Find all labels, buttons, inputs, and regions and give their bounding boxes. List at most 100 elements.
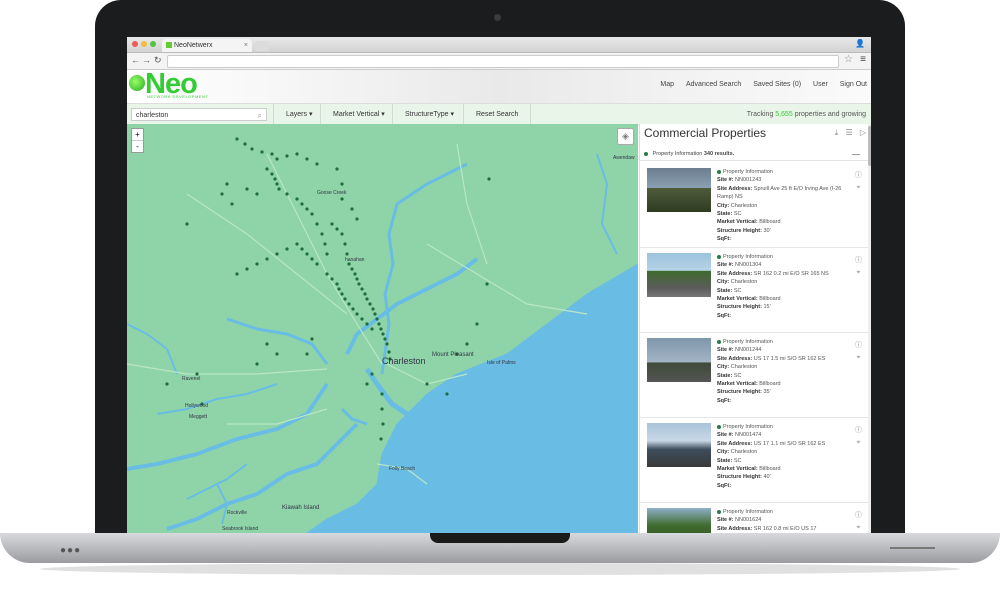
site-number: NN001244 [735,347,762,354]
city: Charleston [730,364,758,371]
property-card[interactable]: Property Information Site #: NN001243 Site… [640,162,868,248]
laptop-vent-dots: ●●● [60,545,82,556]
property-photo[interactable] [647,168,711,212]
property-photo[interactable] [647,253,711,297]
svg-text:Meggett: Meggett [189,414,208,420]
favicon-icon [166,42,172,49]
info-icon[interactable]: ⓘ [855,510,862,522]
site-address: SR 162 0.8 mi E/O US 17 [753,525,817,532]
property-photo[interactable] [647,423,711,467]
card-actions: ⓘ ⌖ [855,255,862,279]
bookmark-star-icon[interactable]: ☆ [844,54,853,65]
property-card[interactable]: Property Information Site #: NN001624 Site… [640,502,868,533]
location-pin-icon[interactable]: ⌖ [855,267,862,279]
status-dot [717,509,721,514]
profile-icon[interactable]: 👤 [855,39,865,48]
svg-text:Awendaw: Awendaw [613,155,635,161]
property-photo[interactable] [647,338,711,382]
structure-type-dropdown[interactable]: StructureType ▾ [392,104,466,125]
site-number: NN001624 [735,517,762,524]
search-value: charleston [136,112,169,119]
nav-user[interactable]: User [813,81,828,88]
market-vertical-dropdown[interactable]: Market Vertical ▾ [320,104,397,125]
property-photo[interactable] [647,508,711,533]
location-pin-icon[interactable]: ⌖ [855,182,862,194]
scroll-thumb[interactable] [868,126,871,166]
property-details: Property Information Site #: NN001244 Site… [717,339,826,404]
minimize-window-icon[interactable] [141,41,147,47]
browser-tab[interactable]: NeoNetwerx × [162,39,252,52]
layers-dropdown[interactable]: Layers ▾ [273,104,324,125]
back-icon[interactable]: ← [131,55,140,65]
browser-menu-icon[interactable]: ≡ [860,54,866,65]
camera [494,14,501,21]
svg-text:Mount Pleasant: Mount Pleasant [432,352,474,358]
location-search-input[interactable]: charleston ⌕ [131,108,267,121]
list-icon[interactable]: ☰ [845,128,852,137]
property-details: Property Information Site #: NN001624 Site… [717,509,817,532]
result-label: Property Information [652,151,703,157]
close-window-icon[interactable] [132,41,138,47]
info-icon[interactable]: ⓘ [855,170,862,182]
search-toolbar: charleston ⌕ Layers ▾ Market Vertical ▾ … [127,104,871,126]
status-dot [717,339,721,344]
state: SC [733,287,742,294]
forward-icon[interactable]: → [142,55,151,65]
svg-text:Hollywood: Hollywood [185,403,208,409]
property-card[interactable]: Property Information Site #: NN001244 Site… [640,332,868,418]
result-count: 340 results. [703,151,735,157]
location-pin-icon[interactable]: ⌖ [855,522,862,533]
new-tab-button[interactable] [255,41,269,51]
tracking-count: 5,655 [775,111,793,118]
logo-subtitle: NETWORK DEVELOPMENT [147,94,209,99]
site-address: US 17 1.5 mi S/O SR 162 ES [753,355,826,362]
state: SC [733,457,742,464]
reload-icon[interactable]: ↻ [154,55,162,66]
panel-actions: ⤓ ☰ ▷ [830,128,866,138]
status-dot [717,169,721,174]
map-canvas[interactable]: Awendaw Goose Creek hanahan Charleston M… [127,124,638,533]
state: SC [733,211,742,218]
logo-dot-icon [129,75,145,91]
structure-height: 40' [763,474,771,481]
site-address: SR 162 0.2 mi E/O SR 165 NS [753,270,829,277]
url-input[interactable] [167,55,839,68]
tab-close-icon[interactable]: × [244,39,248,52]
search-icon[interactable]: ⌕ [258,109,262,122]
svg-text:Rockville: Rockville [227,510,247,516]
info-icon[interactable]: ⓘ [855,425,862,437]
card-actions: ⓘ ⌖ [855,425,862,449]
info-icon[interactable]: ⓘ [855,255,862,267]
status-dot [644,151,648,156]
zoom-in-button[interactable]: + [132,129,143,141]
property-card[interactable]: Property Information Site #: NN001304 Site… [640,247,868,333]
card-actions: ⓘ ⌖ [855,340,862,364]
collapse-panel-icon[interactable]: ▷ [860,128,866,137]
download-icon[interactable]: ⤓ [835,128,839,137]
reset-search-button[interactable]: Reset Search [463,104,532,125]
city: Charleston [730,279,758,286]
svg-text:hanahan: hanahan [345,257,365,263]
svg-text:Charleston: Charleston [382,356,426,366]
zoom-out-button[interactable]: - [132,141,143,152]
scrollbar[interactable] [868,124,871,533]
layers-icon[interactable]: ◈ [617,128,634,145]
market-vertical: Billboard [759,381,781,388]
nav-map[interactable]: Map [660,81,674,88]
tab-title: NeoNetwerx [174,42,213,49]
zoom-control: + - [131,128,144,153]
nav-saved-sites[interactable]: Saved Sites (0) [753,81,801,88]
nav-advanced-search[interactable]: Advanced Search [686,81,741,88]
property-card[interactable]: Property Information Site #: NN001474 Site… [640,417,868,503]
maximize-window-icon[interactable] [150,41,156,47]
map-view[interactable]: Awendaw Goose Creek hanahan Charleston M… [127,124,638,533]
card-actions: ⓘ ⌖ [855,510,862,533]
info-icon[interactable]: ⓘ [855,340,862,352]
location-pin-icon[interactable]: ⌖ [855,437,862,449]
panel-title: Commercial Properties [644,126,767,140]
result-summary[interactable]: Property Information 340 results. — [640,148,868,161]
collapse-icon[interactable]: — [852,148,860,161]
structure-height: 15' [763,304,771,311]
location-pin-icon[interactable]: ⌖ [855,352,862,364]
nav-sign-out[interactable]: Sign Out [840,81,867,88]
